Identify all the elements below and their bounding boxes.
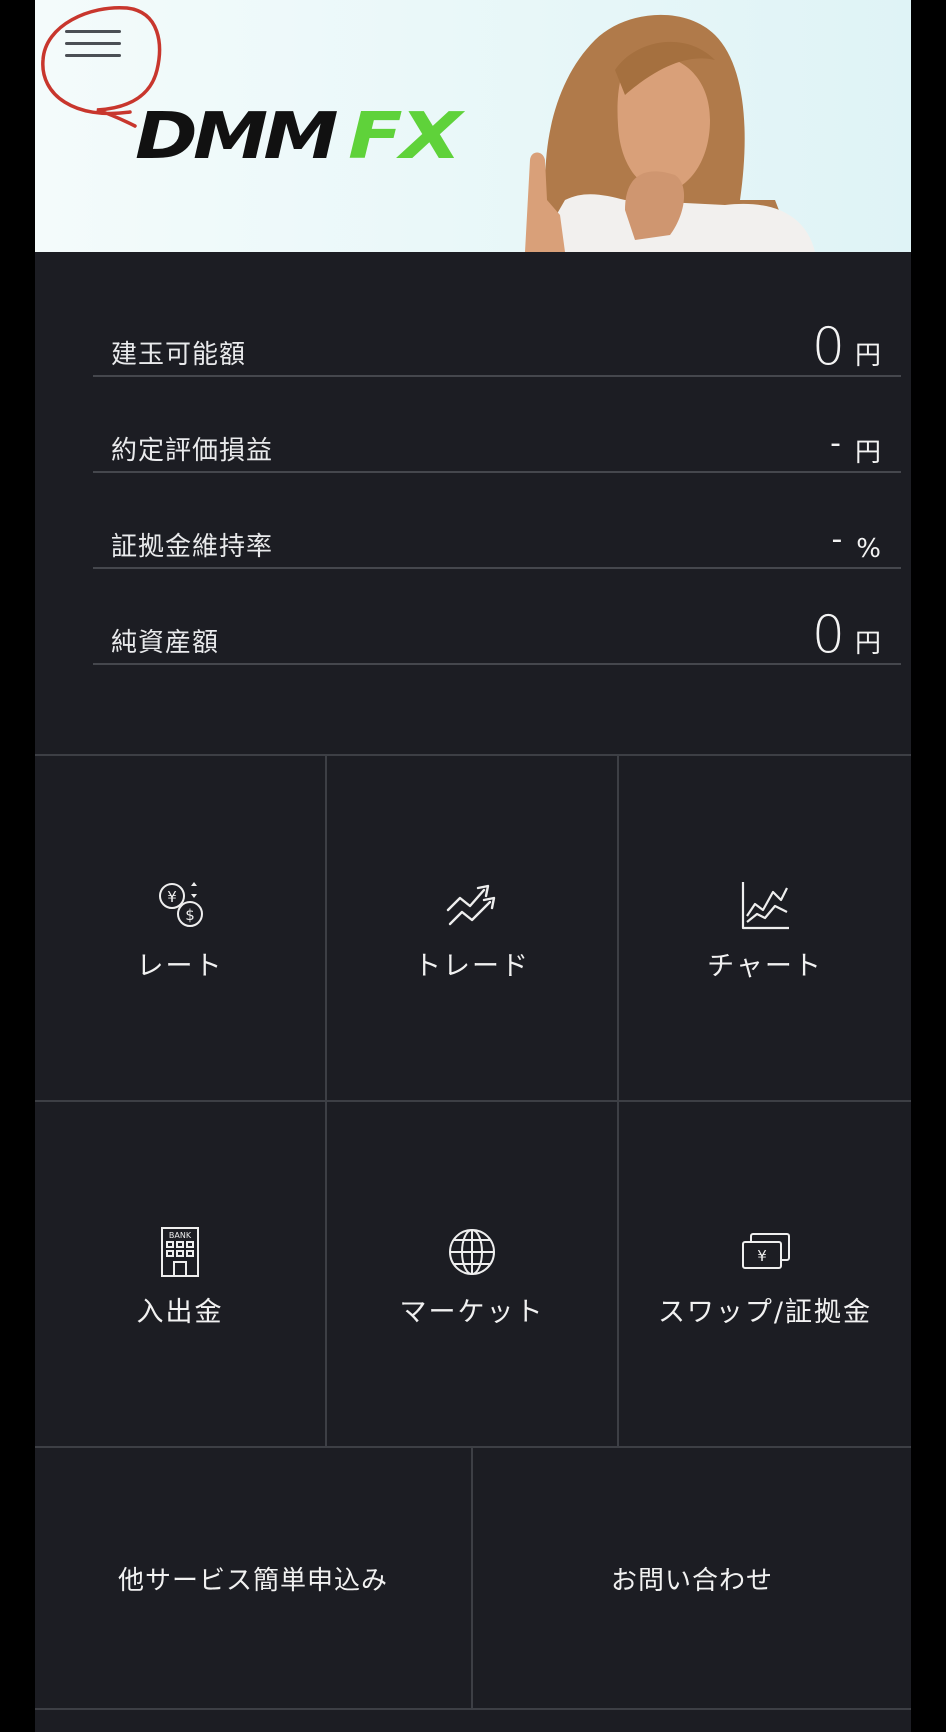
brand-model-photo <box>525 14 815 252</box>
menu-tile-rate[interactable]: ¥ $ レート <box>35 756 327 1102</box>
summary-row-net-assets: 純資産額 0 円 <box>93 569 901 665</box>
link-label: 他サービス簡単申込み <box>117 1565 388 1596</box>
summary-value: 0 <box>811 605 845 665</box>
summary-value: - <box>830 426 841 461</box>
hamburger-menu-button[interactable] <box>65 30 125 70</box>
summary-value: 0 <box>811 317 845 377</box>
summary-label: 証拠金維持率 <box>111 532 274 562</box>
menu-tile-swap-margin[interactable]: ¥ スワップ/証拠金 <box>619 1102 911 1448</box>
summary-unit: % <box>856 534 881 564</box>
menu-tile-label: レート <box>136 950 224 982</box>
header-banner: DMM FX <box>35 0 911 252</box>
summary-unit: 円 <box>854 629 881 659</box>
svg-text:BANK: BANK <box>169 1231 192 1240</box>
menu-tile-chart[interactable]: チャート <box>619 756 911 1102</box>
summary-label: 建玉可能額 <box>111 340 247 370</box>
currency-exchange-icon: ¥ $ <box>159 881 203 927</box>
link-other-services-application[interactable]: 他サービス簡単申込み <box>35 1448 473 1710</box>
menu-tile-label: トレード <box>414 950 530 982</box>
app-screen: DMM FX 建玉可能額 0 円 約定評価損益 - 円 証拠金維持率 - % 純… <box>35 0 911 1732</box>
trend-arrows-icon <box>446 884 496 925</box>
summary-row-available-margin: 建玉可能額 0 円 <box>93 300 901 377</box>
globe-icon <box>449 1228 495 1275</box>
link-contact-us[interactable]: お問い合わせ <box>473 1448 911 1710</box>
yen-cards-icon: ¥ <box>742 1232 790 1269</box>
menu-tile-trade[interactable]: トレード <box>327 756 619 1102</box>
summary-value: - <box>831 522 843 557</box>
svg-text:¥: ¥ <box>757 1247 767 1265</box>
menu-tile-label: スワップ/証拠金 <box>657 1296 873 1328</box>
menu-tile-deposit-withdraw[interactable]: BANK 入出金 <box>35 1102 327 1448</box>
summary-row-margin-ratio: 証拠金維持率 - % <box>93 473 901 569</box>
summary-label: 純資産額 <box>111 628 220 658</box>
svg-text:$: $ <box>185 906 195 924</box>
chart-icon <box>741 881 789 929</box>
svg-text:¥: ¥ <box>167 888 177 906</box>
dmm-fx-logo: DMM FX <box>135 100 461 174</box>
bank-icon: BANK <box>161 1226 199 1277</box>
summary-unit: 円 <box>854 341 881 371</box>
menu-tile-label: 入出金 <box>136 1296 224 1328</box>
account-summary: 建玉可能額 0 円 約定評価損益 - 円 証拠金維持率 - % 純資産額 0 円 <box>93 300 901 665</box>
summary-row-unrealized-pl: 約定評価損益 - 円 <box>93 377 901 473</box>
main-menu-grid: ¥ $ レート トレード チャート BANK 入出金 マーケット ¥ スワップ/… <box>35 754 911 1710</box>
menu-tile-label: マーケット <box>399 1296 545 1328</box>
summary-label: 約定評価損益 <box>111 436 274 466</box>
menu-tile-market[interactable]: マーケット <box>327 1102 619 1448</box>
menu-tile-label: チャート <box>707 950 823 982</box>
link-label: お問い合わせ <box>610 1565 773 1596</box>
summary-unit: 円 <box>854 438 881 468</box>
